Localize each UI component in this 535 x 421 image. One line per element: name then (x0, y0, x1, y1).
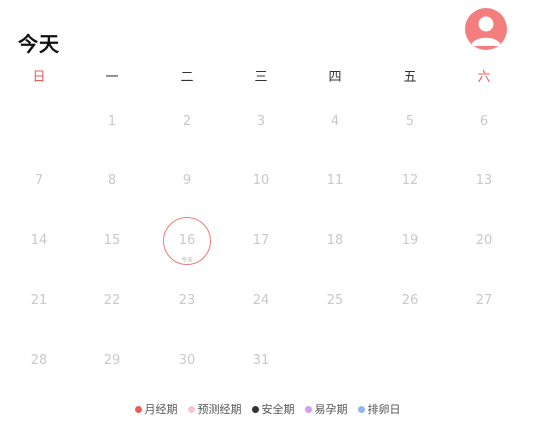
legend-item: 易孕期 (304, 401, 348, 417)
day-number: 15 (103, 233, 121, 248)
legend-item: 预测经期 (187, 401, 242, 417)
day-number: 3 (256, 114, 266, 129)
user-avatar-icon (471, 16, 501, 46)
day-cell[interactable]: 27 (460, 277, 508, 325)
day-number: 6 (479, 114, 489, 129)
day-cell[interactable]: 2 (163, 98, 211, 146)
legend-label: 易孕期 (314, 403, 348, 416)
weekday-header: 日一二三四五六 (0, 66, 535, 88)
day-number: 2 (182, 114, 192, 129)
day-number: 30 (178, 353, 196, 368)
weekday-label: 三 (254, 70, 268, 85)
day-number: 20 (475, 233, 493, 248)
day-cell[interactable]: 3 (237, 98, 285, 146)
day-number: 26 (401, 293, 419, 308)
day-number: 11 (326, 173, 344, 188)
day-cell[interactable]: 12 (386, 157, 434, 205)
legend-item: 月经期 (134, 401, 178, 417)
legend-item: 安全期 (251, 401, 295, 417)
legend-label: 排卵日 (367, 403, 401, 416)
avatar[interactable] (465, 8, 507, 50)
day-cell[interactable]: 13 (460, 157, 508, 205)
day-number: 27 (475, 293, 493, 308)
day-number: 8 (107, 173, 117, 188)
day-number: 10 (252, 173, 270, 188)
day-cell[interactable]: 9 (163, 157, 211, 205)
day-number: 18 (326, 233, 344, 248)
day-number: 12 (401, 173, 419, 188)
day-cell[interactable]: 24 (237, 277, 285, 325)
legend-label: 预测经期 (197, 403, 242, 416)
day-number: 29 (103, 353, 121, 368)
legend-dot-icon (251, 405, 259, 413)
legend-item: 排卵日 (357, 401, 401, 417)
legend-dot-icon (304, 405, 312, 413)
day-number: 23 (178, 293, 196, 308)
day-cell[interactable]: 20 (460, 217, 508, 265)
legend-label: 月经期 (144, 403, 178, 416)
day-cell-today[interactable]: 16 今天 (163, 217, 211, 265)
day-number: 17 (252, 233, 270, 248)
day-number: 14 (30, 233, 48, 248)
legend-dot-icon (187, 405, 195, 413)
day-number: 31 (252, 353, 270, 368)
weekday-label: 六 (477, 70, 491, 85)
day-cell[interactable]: 17 (237, 217, 285, 265)
day-number: 9 (182, 173, 192, 188)
page-title: 今天 (18, 32, 60, 56)
day-number: 4 (330, 114, 340, 129)
weekday-label: 一 (105, 70, 119, 85)
legend-dot-icon (357, 405, 365, 413)
day-number: 25 (326, 293, 344, 308)
day-cell[interactable]: 7 (15, 157, 63, 205)
day-cell[interactable]: 5 (386, 98, 434, 146)
day-cell[interactable]: 28 (15, 337, 63, 385)
legend: 月经期 预测经期 安全期 易孕期 排卵日 (0, 401, 535, 417)
day-cell[interactable]: 6 (460, 98, 508, 146)
day-cell[interactable]: 26 (386, 277, 434, 325)
day-cell[interactable]: 30 (163, 337, 211, 385)
day-cell[interactable]: 25 (311, 277, 359, 325)
day-number: 1 (107, 114, 117, 129)
day-number: 21 (30, 293, 48, 308)
today-tag: 今天 (180, 257, 193, 264)
day-cell[interactable]: 1 (88, 98, 136, 146)
day-number: 24 (252, 293, 270, 308)
day-cell[interactable]: 23 (163, 277, 211, 325)
day-cell[interactable]: 11 (311, 157, 359, 205)
day-cell[interactable]: 22 (88, 277, 136, 325)
weekday-label: 二 (180, 70, 194, 85)
legend-dot-icon (134, 405, 142, 413)
calendar-page: 今天 日一二三四五六 1 2 3 4 5 6 7 8 9 10 11 12 13 14 15 16 今天 17 18… (0, 0, 535, 421)
day-cell[interactable]: 31 (237, 337, 285, 385)
day-cell[interactable]: 29 (88, 337, 136, 385)
day-cell[interactable]: 19 (386, 217, 434, 265)
day-cell[interactable]: 4 (311, 98, 359, 146)
day-cell[interactable]: 21 (15, 277, 63, 325)
day-number: 7 (34, 173, 44, 188)
day-number: 28 (30, 353, 48, 368)
day-number: 19 (401, 233, 419, 248)
calendar-grid: 1 2 3 4 5 6 7 8 9 10 11 12 13 14 15 16 今天 17 18 19 20 21 22 23 2… (0, 100, 535, 390)
day-cell[interactable]: 8 (88, 157, 136, 205)
day-cell[interactable]: 15 (88, 217, 136, 265)
day-cell[interactable]: 10 (237, 157, 285, 205)
day-cell[interactable]: 14 (15, 217, 63, 265)
weekday-label: 日 (32, 70, 46, 85)
day-cell[interactable]: 18 (311, 217, 359, 265)
day-number: 5 (405, 114, 415, 129)
day-number: 13 (475, 173, 493, 188)
day-number: 22 (103, 293, 121, 308)
legend-label: 安全期 (261, 403, 295, 416)
weekday-label: 五 (403, 70, 417, 85)
weekday-label: 四 (328, 70, 342, 85)
